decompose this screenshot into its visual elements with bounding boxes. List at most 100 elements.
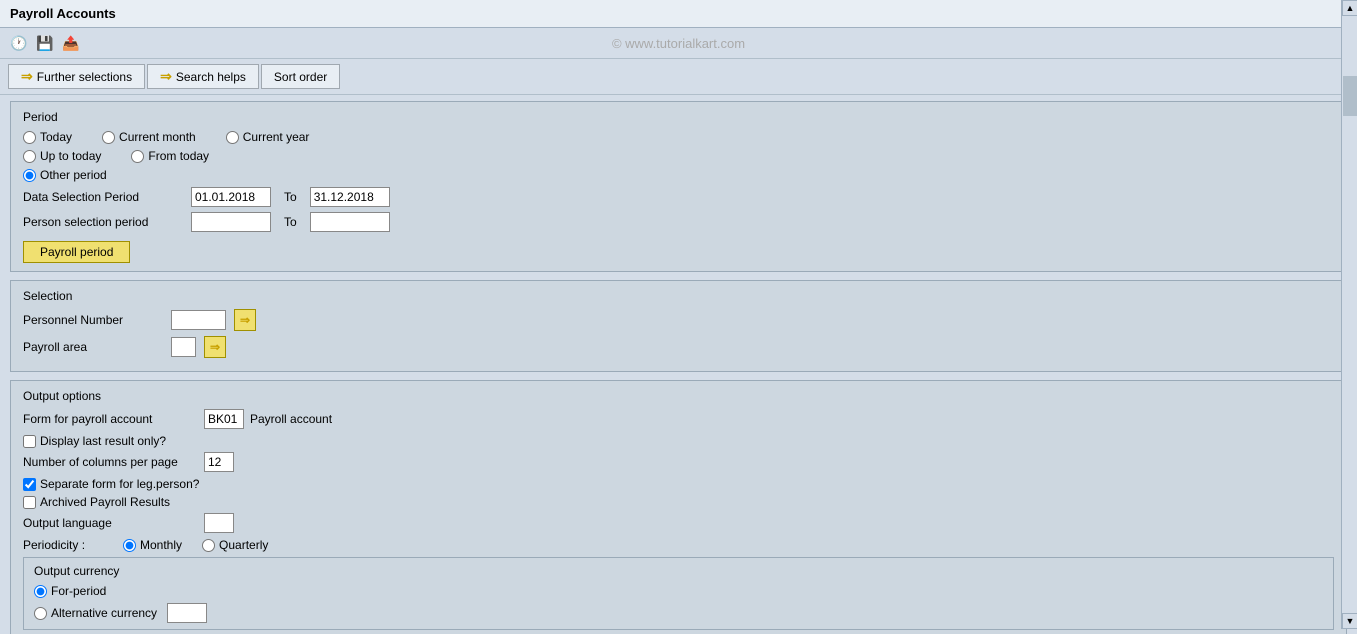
data-selection-period-label: Data Selection Period	[23, 190, 183, 204]
radio-other-period-label[interactable]: Other period	[40, 168, 107, 182]
radio-alt-currency-input[interactable]	[34, 607, 47, 620]
columns-per-page-input[interactable]	[204, 452, 234, 472]
personnel-number-arrow-icon: ⇒	[240, 313, 250, 327]
radio-up-to-today[interactable]: Up to today	[23, 149, 101, 163]
form-payroll-code-input[interactable]	[204, 409, 244, 429]
output-language-input[interactable]	[204, 513, 234, 533]
radio-from-today-label[interactable]: From today	[148, 149, 209, 163]
tabs-bar: ⇒ Further selections ⇒ Search helps Sort…	[0, 59, 1357, 95]
payroll-area-input[interactable]	[171, 337, 196, 357]
payroll-area-match-btn[interactable]: ⇒	[204, 336, 226, 358]
scroll-thumb[interactable]	[1343, 76, 1357, 116]
radio-current-month-label[interactable]: Current month	[119, 130, 196, 144]
tab-further-selections[interactable]: ⇒ Further selections	[8, 64, 145, 89]
alternative-currency-input[interactable]	[167, 603, 207, 623]
display-last-result-checkbox[interactable]	[23, 435, 36, 448]
personnel-number-row: Personnel Number ⇒	[23, 309, 1334, 331]
person-selection-from-input[interactable]	[191, 212, 271, 232]
period-radio-row1: Today Current month Current year	[23, 130, 1334, 144]
person-selection-to-input[interactable]	[310, 212, 390, 232]
scrollbar[interactable]: ▲ ▼	[1341, 0, 1357, 629]
form-payroll-label: Form for payroll account	[23, 412, 198, 426]
radio-up-to-today-input[interactable]	[23, 150, 36, 163]
radio-today-label[interactable]: Today	[40, 130, 72, 144]
person-selection-period-label: Person selection period	[23, 215, 183, 229]
data-selection-to-label: To	[284, 190, 297, 204]
separate-form-label[interactable]: Separate form for leg.person?	[40, 477, 199, 491]
columns-per-page-label: Number of columns per page	[23, 455, 198, 469]
tab-search-helps-label: Search helps	[176, 70, 246, 84]
period-section-title: Period	[23, 110, 1334, 124]
tab-search-helps[interactable]: ⇒ Search helps	[147, 64, 259, 89]
radio-other-period-input[interactable]	[23, 169, 36, 182]
radio-from-today[interactable]: From today	[131, 149, 209, 163]
output-currency-section: Output currency For-period Alternative c…	[23, 557, 1334, 630]
radio-monthly-input[interactable]	[123, 539, 136, 552]
search-helps-arrow-icon: ⇒	[160, 68, 172, 85]
radio-current-year-input[interactable]	[226, 131, 239, 144]
save-icon[interactable]: 💾	[34, 32, 56, 54]
radio-monthly[interactable]: Monthly	[123, 538, 182, 552]
output-language-row: Output language	[23, 513, 1334, 533]
personnel-number-input[interactable]	[171, 310, 226, 330]
radio-alt-currency-label[interactable]: Alternative currency	[51, 606, 157, 620]
export-icon[interactable]: 📤	[60, 32, 82, 54]
selection-section-title: Selection	[23, 289, 1334, 303]
output-currency-title: Output currency	[34, 564, 1323, 578]
payroll-period-button[interactable]: Payroll period	[23, 241, 130, 263]
columns-per-page-row: Number of columns per page	[23, 452, 1334, 472]
person-selection-to-label: To	[284, 215, 297, 229]
separate-form-row: Separate form for leg.person?	[23, 477, 1334, 491]
radio-today[interactable]: Today	[23, 130, 72, 144]
archived-payroll-label[interactable]: Archived Payroll Results	[40, 495, 170, 509]
form-payroll-row: Form for payroll account Payroll account	[23, 409, 1334, 429]
clock-icon[interactable]: 🕐	[8, 32, 30, 54]
data-selection-from-input[interactable]	[191, 187, 271, 207]
radio-for-period-label[interactable]: For-period	[51, 584, 106, 598]
payroll-area-label: Payroll area	[23, 340, 163, 354]
period-radio-other: Other period	[23, 168, 1334, 182]
form-payroll-text: Payroll account	[250, 412, 332, 426]
radio-current-year-label[interactable]: Current year	[243, 130, 310, 144]
radio-alternative-currency[interactable]: Alternative currency	[34, 603, 1323, 623]
output-options-title: Output options	[23, 389, 1334, 403]
radio-quarterly-label[interactable]: Quarterly	[219, 538, 268, 552]
watermark: © www.tutorialkart.com	[612, 36, 745, 51]
radio-current-year[interactable]: Current year	[226, 130, 310, 144]
radio-for-period-input[interactable]	[34, 585, 47, 598]
archived-payroll-checkbox[interactable]	[23, 496, 36, 509]
separate-form-checkbox[interactable]	[23, 478, 36, 491]
person-selection-period-row: Person selection period To	[23, 212, 1334, 232]
radio-current-month-input[interactable]	[102, 131, 115, 144]
period-radio-row2: Up to today From today	[23, 149, 1334, 163]
radio-for-period[interactable]: For-period	[34, 584, 1323, 598]
scroll-up-arrow[interactable]: ▲	[1342, 0, 1357, 16]
personnel-number-label: Personnel Number	[23, 313, 163, 327]
further-selections-arrow-icon: ⇒	[21, 68, 33, 85]
personnel-number-match-btn[interactable]: ⇒	[234, 309, 256, 331]
radio-from-today-input[interactable]	[131, 150, 144, 163]
display-last-result-label[interactable]: Display last result only?	[40, 434, 166, 448]
radio-monthly-label[interactable]: Monthly	[140, 538, 182, 552]
data-selection-to-input[interactable]	[310, 187, 390, 207]
tab-sort-order[interactable]: Sort order	[261, 64, 340, 89]
radio-quarterly[interactable]: Quarterly	[202, 538, 268, 552]
title-bar: Payroll Accounts	[0, 0, 1357, 28]
main-content: Period Today Current month Current year …	[0, 95, 1357, 634]
radio-quarterly-input[interactable]	[202, 539, 215, 552]
period-section: Period Today Current month Current year …	[10, 101, 1347, 272]
selection-section: Selection Personnel Number ⇒ Payroll are…	[10, 280, 1347, 372]
display-last-result-row: Display last result only?	[23, 434, 1334, 448]
radio-other-period[interactable]: Other period	[23, 168, 107, 182]
page-title: Payroll Accounts	[10, 6, 116, 21]
tab-further-selections-label: Further selections	[37, 70, 132, 84]
archived-payroll-row: Archived Payroll Results	[23, 495, 1334, 509]
radio-up-to-today-label[interactable]: Up to today	[40, 149, 101, 163]
periodicity-row: Periodicity : Monthly Quarterly	[23, 538, 1334, 552]
radio-today-input[interactable]	[23, 131, 36, 144]
data-selection-period-row: Data Selection Period To	[23, 187, 1334, 207]
toolbar: 🕐 💾 📤 © www.tutorialkart.com	[0, 28, 1357, 59]
payroll-area-arrow-icon: ⇒	[210, 340, 220, 354]
scroll-down-arrow[interactable]: ▼	[1342, 613, 1357, 629]
radio-current-month[interactable]: Current month	[102, 130, 196, 144]
